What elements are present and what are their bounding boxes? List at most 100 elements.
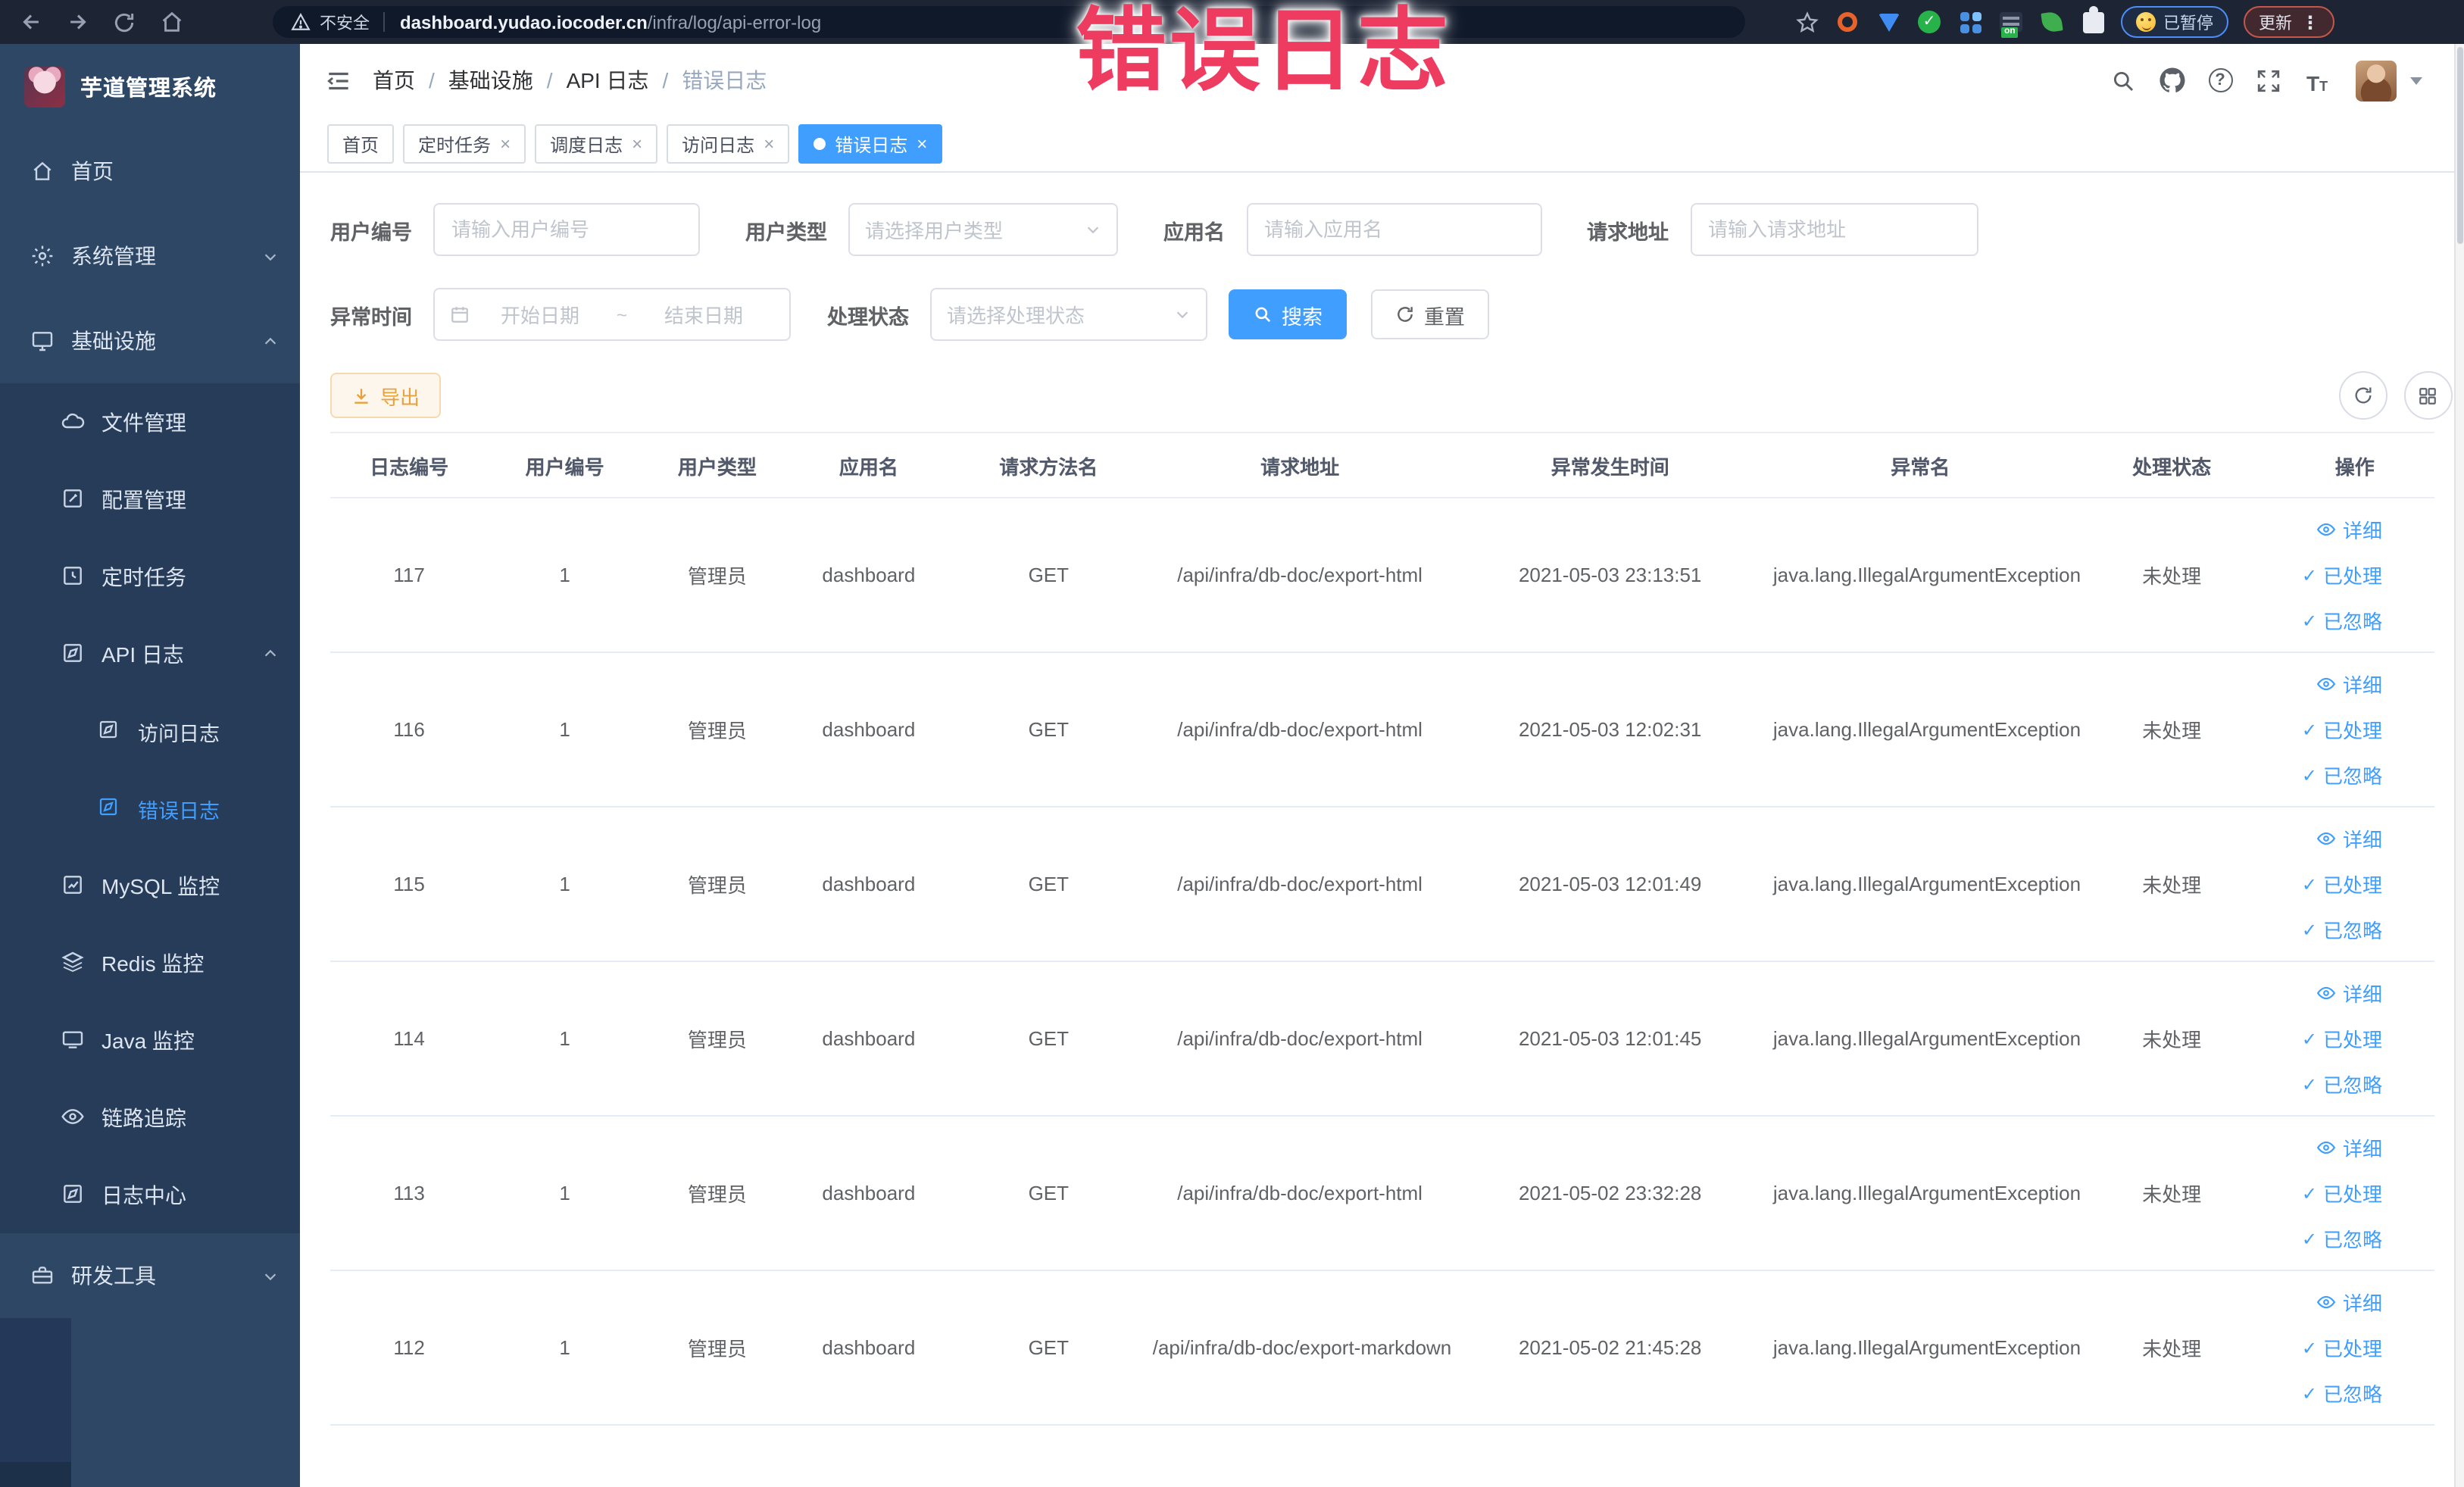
status-badge: 未处理 xyxy=(2067,652,2276,808)
mark-ignored-link[interactable]: ✓ 已忽略 xyxy=(2302,761,2382,789)
breadcrumb-infra[interactable]: 基础设施 xyxy=(448,65,533,95)
check-icon: ✓ xyxy=(2301,1073,2317,1095)
paused-badge[interactable]: 已暂停 xyxy=(2121,6,2228,38)
mark-processed-link[interactable]: ✓ 已处理 xyxy=(2302,870,2382,898)
forward-icon[interactable] xyxy=(62,7,92,37)
sidebar-item-log-center[interactable]: 日志中心 xyxy=(0,1156,300,1233)
sidebar-item-mysql-monitor[interactable]: MySQL 监控 xyxy=(0,847,300,924)
avatar[interactable] xyxy=(2355,60,2396,101)
sidebar-item-home[interactable]: 首页 xyxy=(0,129,300,214)
sidebar-item-access-log[interactable]: 访问日志 xyxy=(0,692,300,770)
mark-ignored-link[interactable]: ✓ 已忽略 xyxy=(2302,915,2382,944)
extension-check-icon[interactable]: ✓ xyxy=(1916,9,1942,35)
col-app-name: 应用名 xyxy=(792,433,945,498)
bookmark-star-icon[interactable] xyxy=(1794,9,1819,35)
request-url-input[interactable] xyxy=(1690,203,1978,256)
mark-processed-link[interactable]: ✓ 已处理 xyxy=(2302,715,2382,744)
user-type-select[interactable]: 请选择用户类型 xyxy=(848,203,1118,256)
mark-processed-link[interactable]: ✓ 已处理 xyxy=(2302,561,2382,589)
detail-link[interactable]: 详细 xyxy=(2317,1288,2382,1317)
sidebar-item-api-log[interactable]: API 日志 xyxy=(0,615,300,692)
sidebar-item-java-monitor[interactable]: Java 监控 xyxy=(0,1001,300,1079)
tab-error-log[interactable]: 错误日志 × xyxy=(798,124,943,164)
sidebar-item-redis-monitor[interactable]: Redis 监控 xyxy=(0,924,300,1001)
app-name-input[interactable] xyxy=(1246,203,1541,256)
sidebar-item-file-manage[interactable]: 文件管理 xyxy=(0,383,300,461)
github-icon[interactable] xyxy=(2158,67,2185,94)
sidebar-item-config-manage[interactable]: 配置管理 xyxy=(0,461,300,538)
font-size-icon[interactable]: TT xyxy=(2303,67,2331,94)
user-id-input[interactable] xyxy=(433,203,700,256)
range-separator: ~ xyxy=(617,304,628,325)
mark-processed-link[interactable]: ✓ 已处理 xyxy=(2302,1333,2382,1362)
detail-link[interactable]: 详细 xyxy=(2317,670,2382,698)
close-icon[interactable]: × xyxy=(764,135,774,153)
screen: 不安全 dashboard.yudao.iocoder.cn/infra/log… xyxy=(0,0,2464,1487)
extension-switch-icon[interactable]: on xyxy=(1998,9,2024,38)
close-icon[interactable]: × xyxy=(632,135,642,153)
eye-icon xyxy=(2317,1295,2337,1309)
extension-ring-icon[interactable] xyxy=(1835,9,1860,35)
exception-time-range-picker[interactable]: 开始日期 ~ 结束日期 xyxy=(433,288,791,341)
fullscreen-icon[interactable] xyxy=(2255,67,2282,94)
active-dot xyxy=(814,138,826,150)
sidebar-item-tracing[interactable]: 链路追踪 xyxy=(0,1079,300,1156)
search-button[interactable]: 搜索 xyxy=(1229,289,1347,339)
detail-link[interactable]: 详细 xyxy=(2317,824,2382,853)
grid-icon xyxy=(2419,387,2436,404)
chevron-down-icon[interactable] xyxy=(2409,77,2422,84)
process-status-select[interactable]: 请选择处理状态 xyxy=(930,288,1207,341)
extension-shield-icon[interactable] xyxy=(1875,9,1901,35)
extension-leaf-icon[interactable] xyxy=(2039,9,2065,35)
tab-access-log[interactable]: 访问日志 × xyxy=(667,124,790,164)
mark-ignored-link[interactable]: ✓ 已忽略 xyxy=(2302,1224,2382,1253)
reload-icon[interactable] xyxy=(109,7,139,37)
collapse-sidebar-icon[interactable] xyxy=(321,64,354,97)
extension-puzzle-icon[interactable] xyxy=(2080,5,2106,35)
sidebar-item-infra[interactable]: 基础设施 xyxy=(0,298,300,383)
sidebar: 芋道管理系统 首页 系统管理 基础设施 文件管理 配置管理 定时任务 API 日… xyxy=(0,44,300,1487)
warning-icon xyxy=(291,13,311,30)
help-icon[interactable]: ? xyxy=(2206,67,2234,94)
search-icon[interactable] xyxy=(2110,67,2137,94)
breadcrumb-api-log[interactable]: API 日志 xyxy=(567,65,649,95)
sidebar-item-system[interactable]: 系统管理 xyxy=(0,214,300,298)
update-badge[interactable]: 更新 ⋮ xyxy=(2244,6,2334,38)
home-icon[interactable] xyxy=(156,7,186,37)
sidebar-item-error-log[interactable]: 错误日志 xyxy=(0,770,300,847)
mark-ignored-link[interactable]: ✓ 已忽略 xyxy=(2302,606,2382,635)
tab-schedule-log[interactable]: 调度日志 × xyxy=(535,124,658,164)
app-logo[interactable]: 芋道管理系统 xyxy=(0,44,300,129)
scrollbar-thumb[interactable] xyxy=(2456,47,2462,244)
mark-processed-link[interactable]: ✓ 已处理 xyxy=(2302,1179,2382,1207)
close-icon[interactable]: × xyxy=(917,135,927,153)
chevron-down-icon xyxy=(1087,226,1099,234)
calendar-icon xyxy=(451,307,468,323)
extension-grid-icon[interactable] xyxy=(1957,9,1983,35)
error-log-table: 日志编号 用户编号 用户类型 应用名 请求方法名 请求地址 异常发生时间 异常名… xyxy=(330,432,2434,1426)
gear-icon xyxy=(30,243,56,269)
sidebar-item-scheduled-job[interactable]: 定时任务 xyxy=(0,538,300,615)
mark-ignored-link[interactable]: ✓ 已忽略 xyxy=(2302,1379,2382,1407)
back-icon[interactable] xyxy=(15,7,45,37)
detail-link[interactable]: 详细 xyxy=(2317,979,2382,1007)
column-settings-button[interactable] xyxy=(2403,371,2452,420)
page-scrollbar[interactable] xyxy=(2453,44,2464,1487)
mark-ignored-link[interactable]: ✓ 已忽略 xyxy=(2302,1070,2382,1098)
cloud-icon xyxy=(61,409,86,435)
breadcrumb-home[interactable]: 首页 xyxy=(373,65,415,95)
detail-link[interactable]: 详细 xyxy=(2317,1133,2382,1162)
reset-button[interactable]: 重置 xyxy=(1371,289,1489,339)
monitor-icon xyxy=(30,328,56,354)
detail-link[interactable]: 详细 xyxy=(2317,515,2382,544)
tab-scheduled-job[interactable]: 定时任务 × xyxy=(403,124,526,164)
tab-home[interactable]: 首页 xyxy=(327,124,395,164)
export-button[interactable]: 导出 xyxy=(330,373,442,418)
mark-processed-link[interactable]: ✓ 已处理 xyxy=(2302,1024,2382,1053)
sidebar-item-dev-tools[interactable]: 研发工具 xyxy=(0,1233,300,1318)
address-bar[interactable]: 不安全 dashboard.yudao.iocoder.cn/infra/log… xyxy=(273,6,1745,38)
refresh-button[interactable] xyxy=(2338,371,2387,420)
col-user-type: 用户类型 xyxy=(641,433,793,498)
close-icon[interactable]: × xyxy=(500,135,511,153)
menu-dots-icon[interactable]: ⋮ xyxy=(2301,11,2319,33)
